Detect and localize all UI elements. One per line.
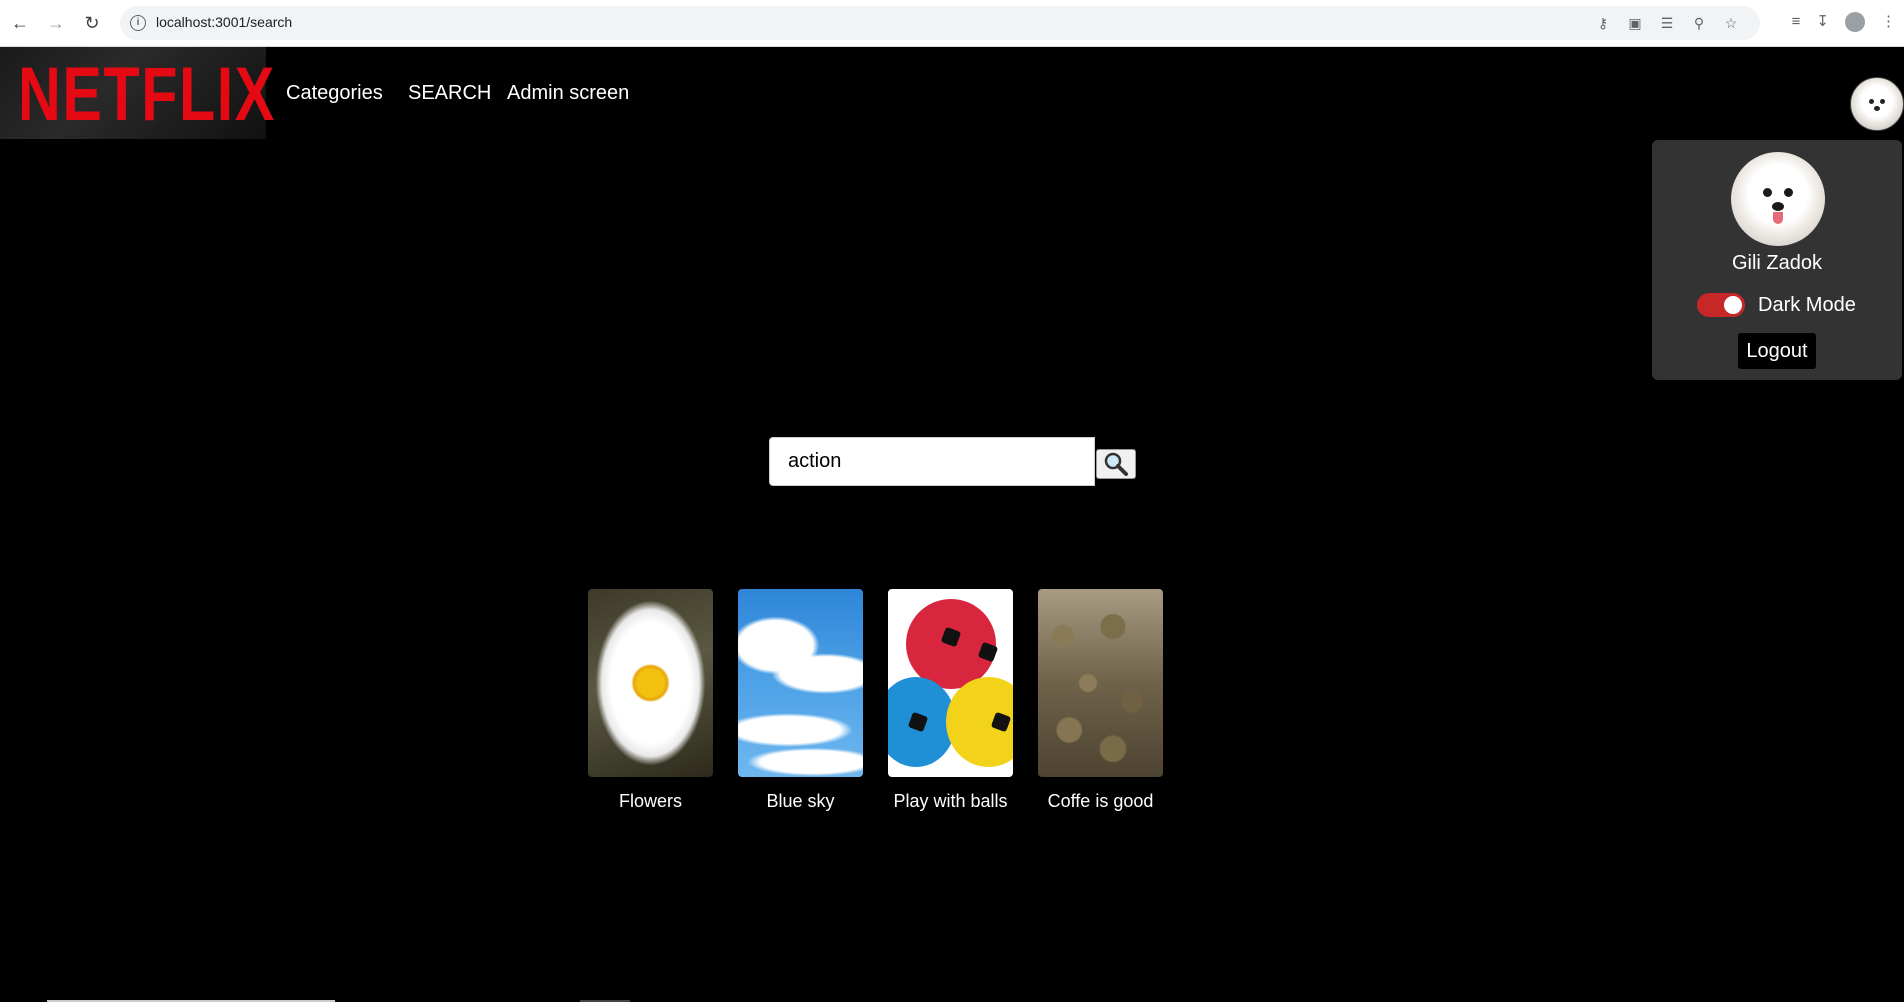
result-card[interactable]: Coffe is good bbox=[1038, 589, 1163, 812]
browser-toolbar: ← → ↻ i localhost:3001/search ⚷ ▣ ☰ ⚲ ☆ … bbox=[0, 0, 1904, 47]
reload-icon[interactable]: ↻ bbox=[80, 11, 104, 35]
address-url[interactable]: localhost:3001/search bbox=[156, 14, 292, 30]
site-info-icon[interactable]: i bbox=[130, 15, 146, 31]
translate-icon[interactable]: ☰ bbox=[1658, 14, 1676, 32]
profile-avatar bbox=[1731, 152, 1825, 246]
profile-username: Gili Zadok bbox=[1731, 252, 1823, 274]
result-card[interactable]: Blue sky bbox=[738, 589, 863, 812]
search-results: Flowers Blue sky Play with balls Coffe i… bbox=[588, 589, 1163, 812]
result-thumbnail[interactable] bbox=[588, 589, 713, 777]
nav-admin-screen[interactable]: Admin screen bbox=[507, 82, 629, 105]
netflix-logo[interactable]: NETFLIX bbox=[18, 55, 276, 135]
page: NETFLIX Categories SEARCH Admin screen G… bbox=[0, 47, 1904, 1002]
forward-icon[interactable]: → bbox=[44, 11, 68, 35]
result-title: Blue sky bbox=[766, 791, 835, 811]
result-title: Play with balls bbox=[893, 791, 1008, 811]
result-thumbnail[interactable] bbox=[738, 589, 863, 777]
search-input[interactable] bbox=[769, 437, 1095, 486]
search-button[interactable] bbox=[1096, 449, 1136, 479]
result-title: Coffe is good bbox=[1047, 791, 1154, 811]
logo-box[interactable]: NETFLIX bbox=[0, 47, 274, 139]
result-card[interactable]: Play with balls bbox=[888, 589, 1013, 812]
result-thumbnail[interactable] bbox=[1038, 589, 1163, 777]
profile-icon[interactable] bbox=[1845, 12, 1865, 32]
result-title: Flowers bbox=[618, 791, 682, 811]
dark-mode-toggle[interactable] bbox=[1697, 293, 1745, 317]
address-bar[interactable]: i localhost:3001/search ⚷ ▣ ☰ ⚲ ☆ bbox=[120, 6, 1760, 40]
back-icon[interactable]: ← bbox=[8, 11, 32, 35]
install-icon[interactable]: ▣ bbox=[1626, 14, 1644, 32]
kebab-menu-icon[interactable]: ⋮ bbox=[1881, 12, 1896, 32]
dark-mode-label: Dark Mode bbox=[1758, 294, 1856, 316]
result-thumbnail[interactable] bbox=[888, 589, 1013, 777]
nav-search[interactable]: SEARCH bbox=[408, 82, 491, 105]
logout-button[interactable]: Logout bbox=[1738, 333, 1816, 369]
zoom-icon[interactable]: ⚲ bbox=[1690, 14, 1708, 32]
key-icon[interactable]: ⚷ bbox=[1594, 14, 1612, 32]
nav-categories[interactable]: Categories bbox=[286, 82, 383, 105]
user-avatar-button[interactable] bbox=[1850, 77, 1904, 131]
result-card[interactable]: Flowers bbox=[588, 589, 713, 812]
reading-list-icon[interactable]: ≡ bbox=[1792, 12, 1801, 32]
downloads-icon[interactable]: ↧ bbox=[1816, 12, 1829, 32]
bookmark-star-icon[interactable]: ☆ bbox=[1722, 14, 1740, 32]
profile-dropdown: Gili Zadok Dark Mode Logout bbox=[1652, 140, 1902, 380]
magnifier-icon bbox=[1104, 452, 1128, 476]
